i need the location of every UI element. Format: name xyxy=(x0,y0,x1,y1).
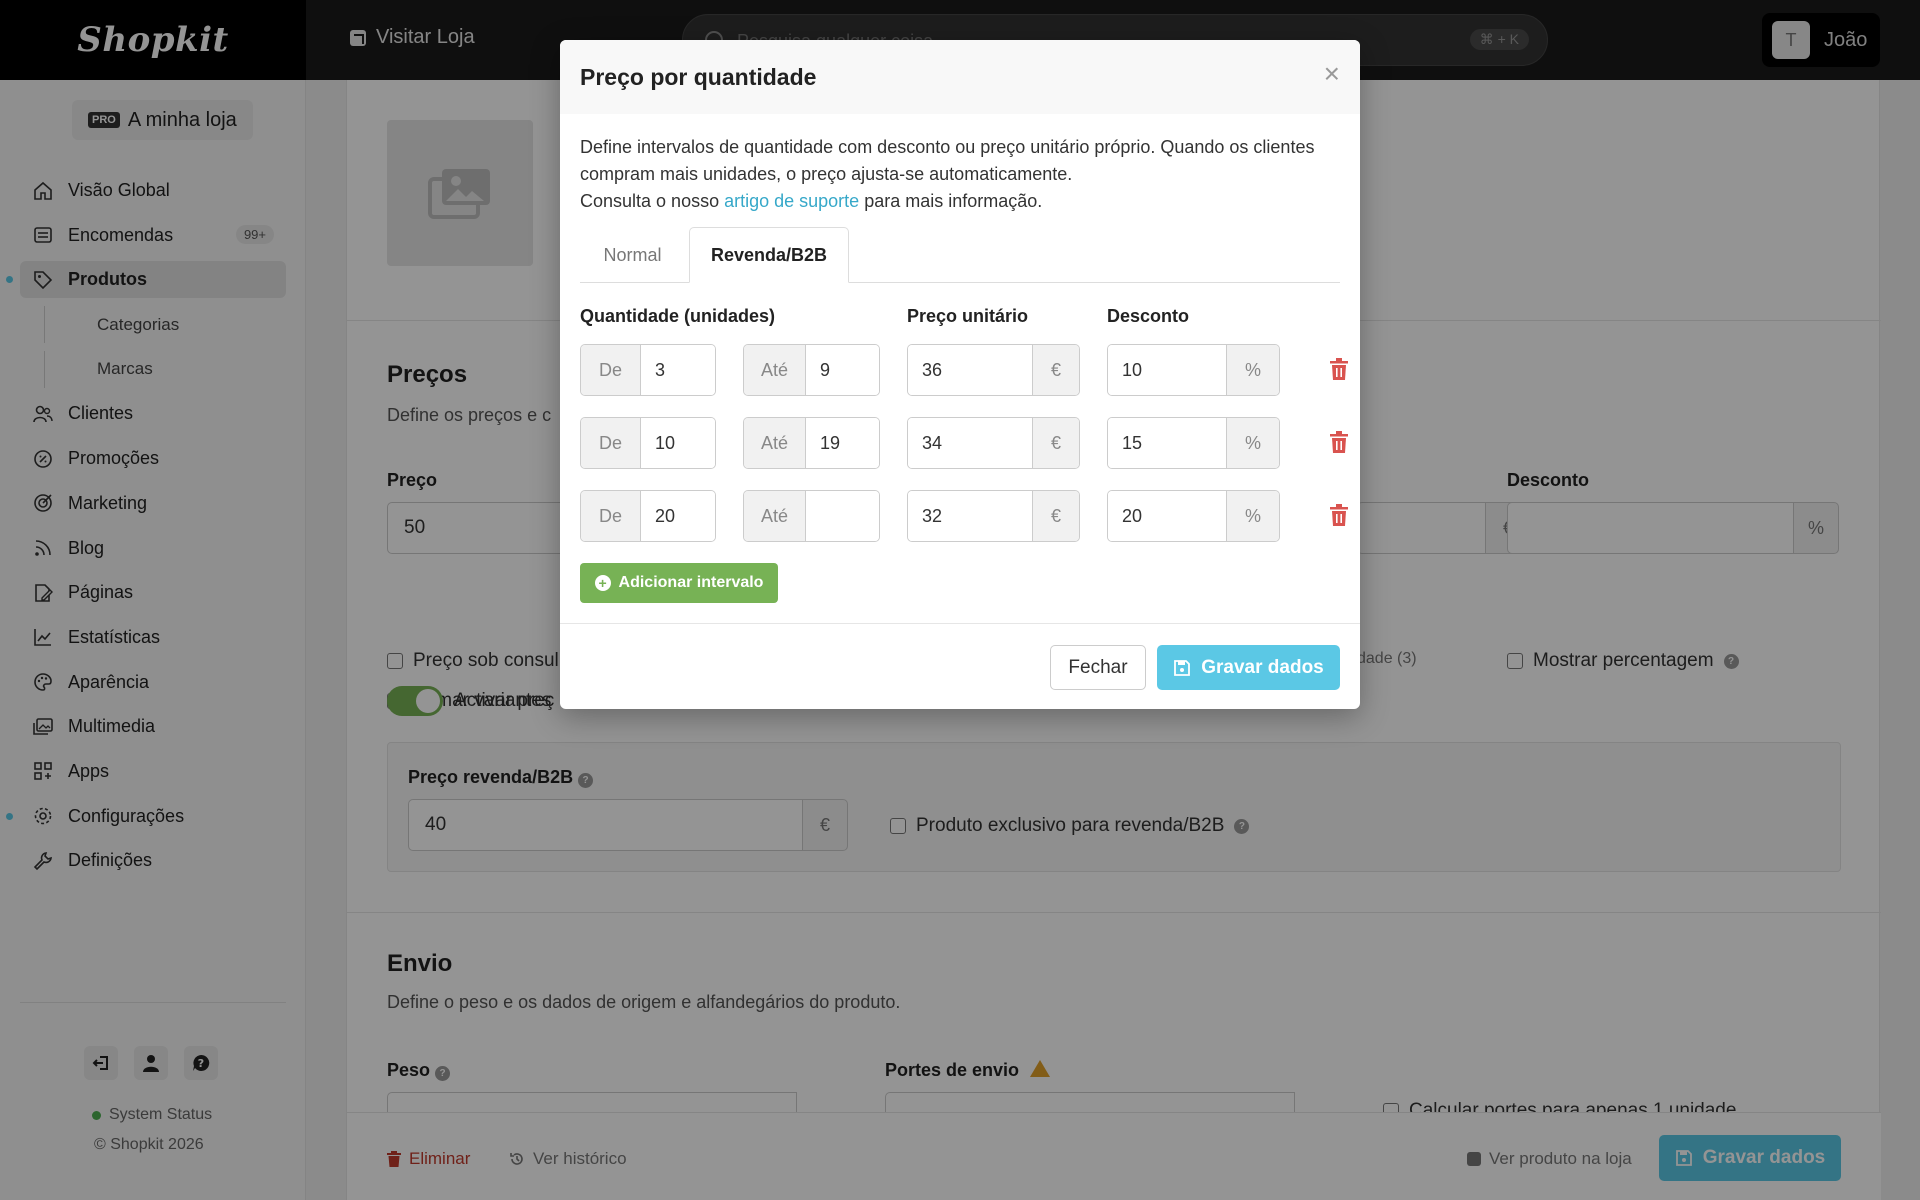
from-quantity-group: De xyxy=(580,490,716,542)
save-label: Gravar dados xyxy=(1201,656,1324,678)
close-icon[interactable]: × xyxy=(1324,60,1340,88)
unit-price-group: € xyxy=(907,344,1080,396)
from-quantity-input[interactable] xyxy=(641,418,715,468)
plus-circle-icon: + xyxy=(594,575,611,591)
modal-header: Preço por quantidade × xyxy=(560,40,1360,114)
price-type-tabs: Normal Revenda/B2B xyxy=(580,227,1340,283)
trash-icon[interactable] xyxy=(1330,431,1348,453)
to-prefix: Até xyxy=(744,418,806,468)
modal-desc-line: Consulta o nosso artigo de suporte para … xyxy=(580,188,1340,215)
column-header-discount: Desconto xyxy=(1107,306,1190,326)
modal-footer: Fechar Gravar dados xyxy=(560,623,1360,709)
save-icon xyxy=(1174,659,1191,676)
discount-input[interactable] xyxy=(1108,418,1226,468)
tab-revenda-b2b[interactable]: Revenda/B2B xyxy=(689,227,849,283)
from-quantity-group: De xyxy=(580,344,716,396)
currency-suffix: € xyxy=(1032,491,1079,541)
save-button[interactable]: Gravar dados xyxy=(1157,645,1340,690)
currency-suffix: € xyxy=(1032,345,1079,395)
unit-price-group: € xyxy=(907,490,1080,542)
from-prefix: De xyxy=(581,418,641,468)
discount-input[interactable] xyxy=(1108,345,1226,395)
interval-row: De Até € % xyxy=(580,490,1348,542)
from-quantity-input[interactable] xyxy=(641,345,715,395)
modal-desc-line: Define intervalos de quantidade com desc… xyxy=(580,137,1315,184)
to-quantity-group: Até xyxy=(743,344,880,396)
unit-price-input[interactable] xyxy=(908,491,1032,541)
percent-suffix: % xyxy=(1226,491,1279,541)
tab-normal[interactable]: Normal xyxy=(580,227,685,283)
modal-description: Define intervalos de quantidade com desc… xyxy=(580,134,1340,215)
add-interval-button[interactable]: + Adicionar intervalo xyxy=(580,563,778,603)
trash-icon[interactable] xyxy=(1330,504,1348,526)
quantity-pricing-modal: Preço por quantidade × Define intervalos… xyxy=(560,40,1360,709)
unit-price-input[interactable] xyxy=(908,418,1032,468)
desc-suffix: para mais informação. xyxy=(859,191,1043,211)
from-prefix: De xyxy=(581,345,641,395)
to-prefix: Até xyxy=(744,345,806,395)
to-quantity-group: Até xyxy=(743,417,880,469)
close-button[interactable]: Fechar xyxy=(1050,645,1146,690)
unit-price-group: € xyxy=(907,417,1080,469)
column-header-unit-price: Preço unitário xyxy=(907,306,1029,326)
to-quantity-input[interactable] xyxy=(806,491,879,541)
interval-row: De Até € % xyxy=(580,344,1348,396)
discount-group: % xyxy=(1107,490,1280,542)
discount-input[interactable] xyxy=(1108,491,1226,541)
desc-prefix: Consulta o nosso xyxy=(580,191,725,211)
unit-price-input[interactable] xyxy=(908,345,1032,395)
modal-title: Preço por quantidade xyxy=(580,64,817,90)
to-quantity-input[interactable] xyxy=(806,418,879,468)
percent-suffix: % xyxy=(1226,345,1279,395)
to-quantity-input[interactable] xyxy=(806,345,879,395)
to-prefix: Até xyxy=(744,491,806,541)
currency-suffix: € xyxy=(1032,418,1079,468)
from-quantity-group: De xyxy=(580,417,716,469)
interval-row: De Até € % xyxy=(580,417,1348,469)
discount-group: % xyxy=(1107,344,1280,396)
column-header-quantity: Quantidade (unidades) xyxy=(580,306,776,326)
from-quantity-input[interactable] xyxy=(641,491,715,541)
support-article-link[interactable]: artigo de suporte xyxy=(724,191,859,211)
add-interval-label: Adicionar intervalo xyxy=(618,574,764,591)
to-quantity-group: Até xyxy=(743,490,880,542)
discount-group: % xyxy=(1107,417,1280,469)
from-prefix: De xyxy=(581,491,641,541)
percent-suffix: % xyxy=(1226,418,1279,468)
trash-icon[interactable] xyxy=(1330,358,1348,380)
